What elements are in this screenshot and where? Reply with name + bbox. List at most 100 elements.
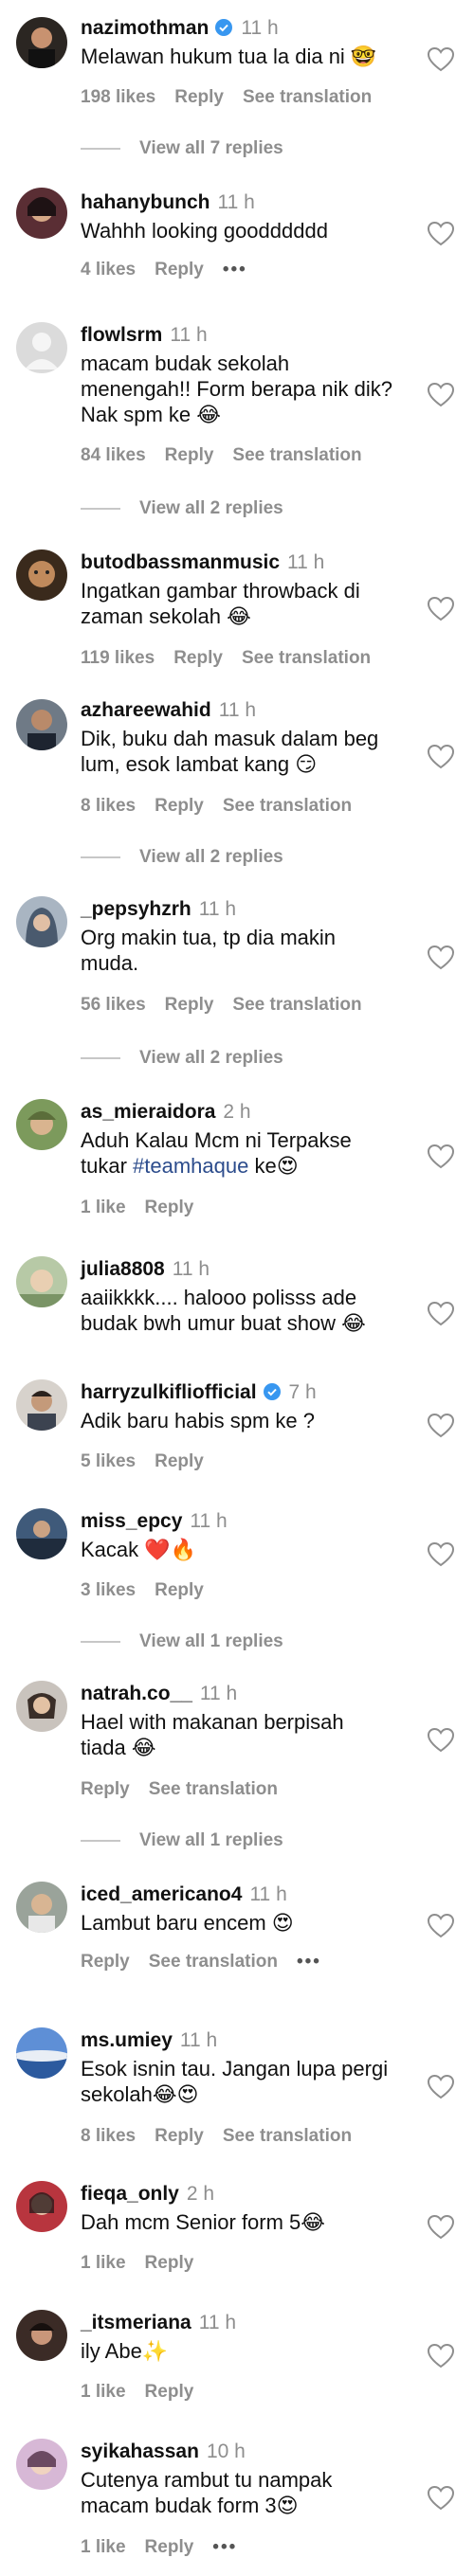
username[interactable]: iced_americano4 bbox=[81, 1883, 242, 1905]
avatar[interactable] bbox=[16, 1508, 67, 1559]
like-heart-icon[interactable] bbox=[428, 745, 454, 769]
username[interactable]: as_mieraidora bbox=[81, 1101, 215, 1123]
likes-count[interactable]: 198 likes bbox=[81, 87, 155, 107]
timestamp: 11 h bbox=[217, 191, 255, 213]
reply-button[interactable]: Reply bbox=[155, 1580, 204, 1600]
reply-button[interactable]: Reply bbox=[145, 2537, 194, 2557]
see-translation-button[interactable]: See translation bbox=[243, 87, 372, 107]
username[interactable]: nazimothman bbox=[81, 17, 209, 39]
view-replies-button[interactable]: View all 1 replies bbox=[81, 1631, 283, 1652]
likes-count[interactable]: 1 like bbox=[81, 2382, 126, 2402]
username[interactable]: syikahassan bbox=[81, 2441, 199, 2462]
see-translation-button[interactable]: See translation bbox=[149, 1952, 278, 1972]
username[interactable]: julia8808 bbox=[81, 1258, 165, 1280]
likes-count[interactable]: 1 like bbox=[81, 2537, 126, 2557]
likes-count[interactable]: 1 like bbox=[81, 1198, 126, 1217]
view-replies-button[interactable]: View all 2 replies bbox=[81, 1048, 283, 1069]
view-replies-button[interactable]: View all 2 replies bbox=[81, 498, 283, 519]
see-translation-button[interactable]: See translation bbox=[232, 445, 361, 465]
reply-button[interactable]: Reply bbox=[174, 87, 224, 107]
like-heart-icon[interactable] bbox=[428, 47, 454, 72]
view-replies-button[interactable]: View all 2 replies bbox=[81, 847, 283, 868]
username[interactable]: harryzulkifliofficial bbox=[81, 1381, 257, 1403]
likes-count[interactable]: 8 likes bbox=[81, 2126, 136, 2146]
username[interactable]: flowlsrm bbox=[81, 324, 162, 346]
more-dots-icon[interactable]: ••• bbox=[212, 2537, 237, 2557]
see-translation-button[interactable]: See translation bbox=[149, 1779, 278, 1799]
like-heart-icon[interactable] bbox=[428, 1728, 454, 1753]
username[interactable]: ms.umiey bbox=[81, 2029, 173, 2051]
avatar[interactable] bbox=[16, 17, 67, 68]
reply-button[interactable]: Reply bbox=[145, 1198, 194, 1217]
username[interactable]: _pepsyhzrh bbox=[81, 898, 191, 920]
view-replies-label: View all 2 replies bbox=[139, 498, 283, 518]
like-heart-icon[interactable] bbox=[428, 597, 454, 621]
see-translation-button[interactable]: See translation bbox=[232, 995, 361, 1015]
like-heart-icon[interactable] bbox=[428, 2215, 454, 2240]
avatar[interactable] bbox=[16, 549, 67, 601]
avatar[interactable] bbox=[16, 2439, 67, 2490]
reply-button[interactable]: Reply bbox=[155, 1451, 204, 1471]
avatar[interactable] bbox=[16, 188, 67, 239]
view-replies-button[interactable]: View all 1 replies bbox=[81, 1830, 283, 1851]
reply-button[interactable]: Reply bbox=[173, 648, 223, 668]
likes-count[interactable]: 4 likes bbox=[81, 260, 136, 279]
like-heart-icon[interactable] bbox=[428, 2486, 454, 2511]
likes-count[interactable]: 5 likes bbox=[81, 1451, 136, 1471]
avatar[interactable] bbox=[16, 2310, 67, 2361]
more-dots-icon[interactable]: ••• bbox=[223, 260, 247, 279]
see-translation-button[interactable]: See translation bbox=[242, 648, 371, 668]
see-translation-button[interactable]: See translation bbox=[223, 796, 352, 816]
avatar[interactable] bbox=[16, 1256, 67, 1307]
username[interactable]: _itsmeriana bbox=[81, 2312, 191, 2333]
likes-count[interactable]: 8 likes bbox=[81, 796, 136, 816]
reply-button[interactable]: Reply bbox=[81, 1952, 130, 1972]
reply-button[interactable]: Reply bbox=[165, 445, 214, 465]
reply-button[interactable]: Reply bbox=[165, 995, 214, 1015]
like-heart-icon[interactable] bbox=[428, 1542, 454, 1567]
username[interactable]: miss_epcy bbox=[81, 1510, 182, 1532]
like-heart-icon[interactable] bbox=[428, 1914, 454, 1938]
likes-count[interactable]: 1 like bbox=[81, 2253, 126, 2273]
username[interactable]: hahanybunch bbox=[81, 191, 210, 213]
like-heart-icon[interactable] bbox=[428, 383, 454, 407]
comment-text: Esok isnin tau. Jangan lupa pergi sekola… bbox=[81, 2057, 389, 2106]
like-heart-icon[interactable] bbox=[428, 2075, 454, 2099]
avatar[interactable] bbox=[16, 2181, 67, 2232]
comment-text: Kacak ❤️🔥 bbox=[81, 1538, 197, 1561]
likes-count[interactable]: 84 likes bbox=[81, 445, 146, 465]
username[interactable]: butodbassmanmusic bbox=[81, 551, 280, 573]
avatar-image bbox=[16, 1379, 67, 1431]
avatar[interactable] bbox=[16, 1379, 67, 1431]
view-replies-button[interactable]: View all 7 replies bbox=[81, 138, 283, 159]
avatar[interactable] bbox=[16, 896, 67, 947]
timestamp: 11 h bbox=[218, 699, 257, 721]
avatar[interactable] bbox=[16, 699, 67, 750]
avatar[interactable] bbox=[16, 1882, 67, 1933]
like-heart-icon[interactable] bbox=[428, 946, 454, 970]
like-heart-icon[interactable] bbox=[428, 1414, 454, 1438]
reply-button[interactable]: Reply bbox=[145, 2253, 194, 2273]
username[interactable]: natrah.co__ bbox=[81, 1683, 192, 1704]
like-heart-icon[interactable] bbox=[428, 1144, 454, 1169]
see-translation-button[interactable]: See translation bbox=[223, 2126, 352, 2146]
likes-count[interactable]: 119 likes bbox=[81, 648, 155, 668]
avatar[interactable] bbox=[16, 1681, 67, 1732]
avatar[interactable] bbox=[16, 1099, 67, 1150]
more-dots-icon[interactable]: ••• bbox=[297, 1952, 321, 1972]
likes-count[interactable]: 3 likes bbox=[81, 1580, 136, 1600]
avatar[interactable] bbox=[16, 2027, 67, 2079]
avatar[interactable] bbox=[16, 322, 67, 373]
reply-button[interactable]: Reply bbox=[155, 2126, 204, 2146]
reply-button[interactable]: Reply bbox=[155, 260, 204, 279]
like-heart-icon[interactable] bbox=[428, 2344, 454, 2369]
likes-count[interactable]: 56 likes bbox=[81, 995, 146, 1015]
like-heart-icon[interactable] bbox=[428, 222, 454, 246]
like-heart-icon[interactable] bbox=[428, 1302, 454, 1326]
reply-button[interactable]: Reply bbox=[155, 796, 204, 816]
username[interactable]: azhareewahid bbox=[81, 699, 211, 721]
hashtag-link[interactable]: #teamhaque bbox=[133, 1154, 248, 1178]
reply-button[interactable]: Reply bbox=[81, 1779, 130, 1799]
username[interactable]: fieqa_only bbox=[81, 2183, 179, 2205]
reply-button[interactable]: Reply bbox=[145, 2382, 194, 2402]
